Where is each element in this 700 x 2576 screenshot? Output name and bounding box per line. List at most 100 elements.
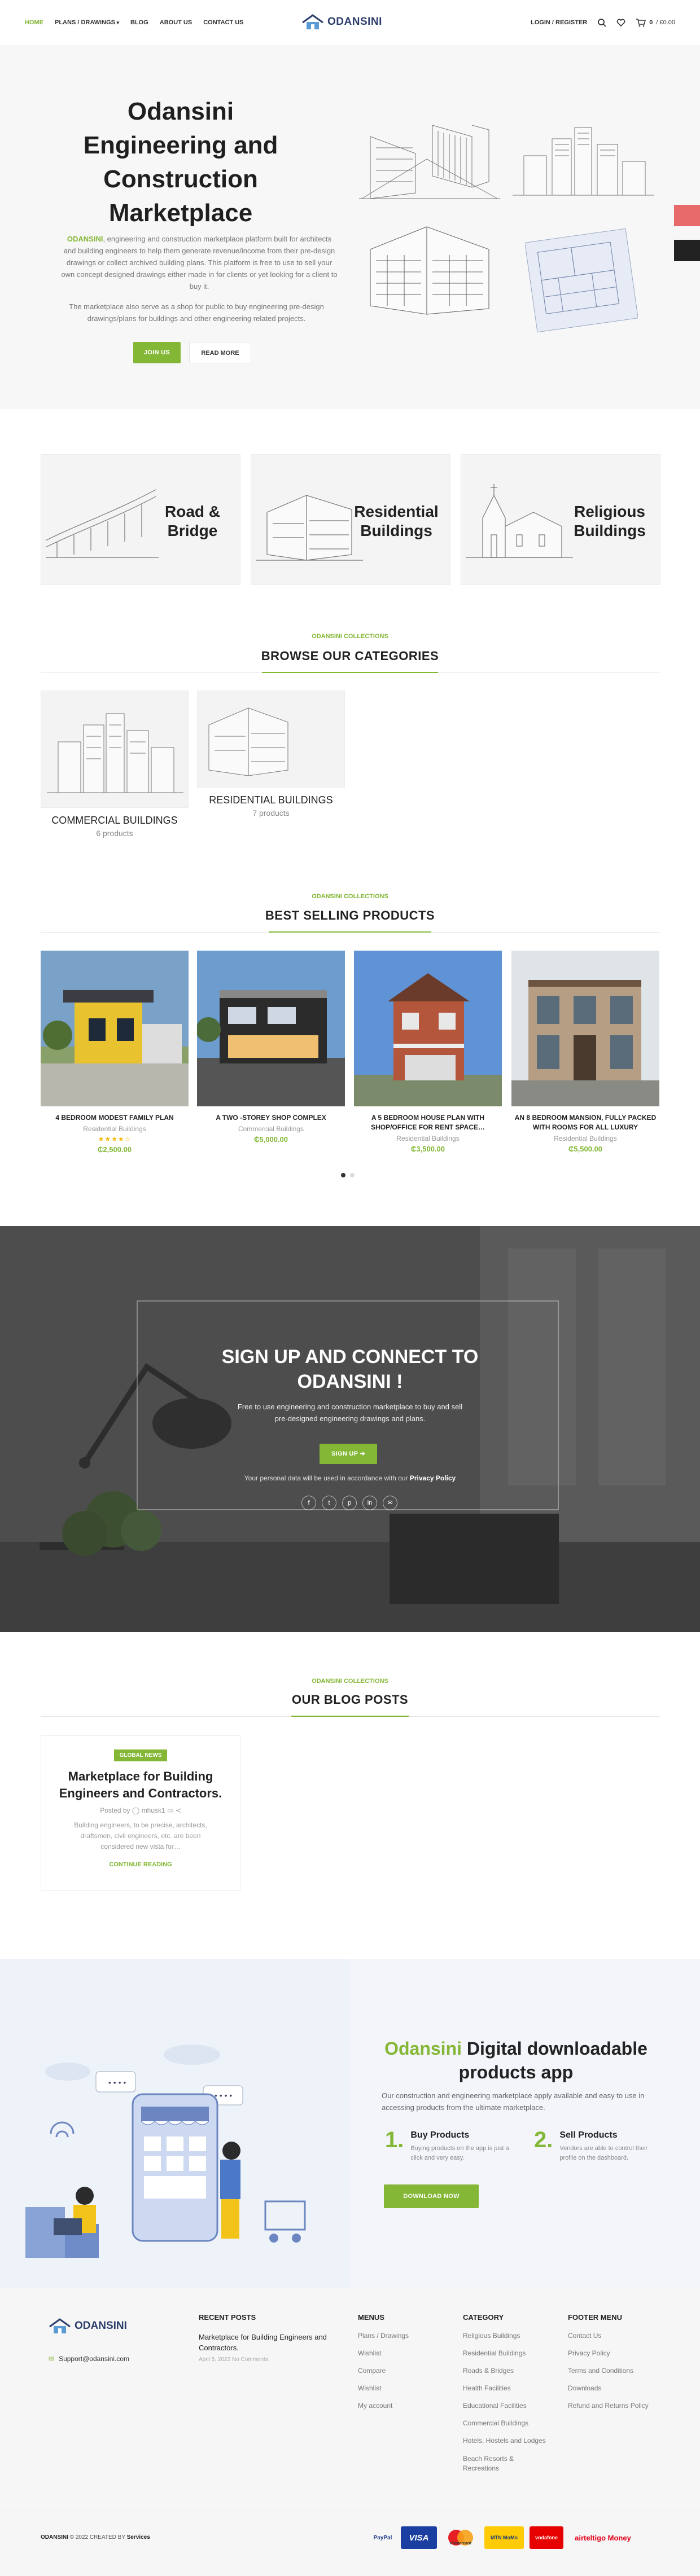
product-name-1[interactable]: 4 BEDROOM MODEST FAMILY PLAN (41, 1113, 189, 1123)
category-card-commercial[interactable]: COMMERCIAL BUILDINGS 6 products (41, 691, 189, 838)
product-name-2[interactable]: A TWO -STOREY SHOP COMPLEX (197, 1113, 345, 1123)
product-name-4[interactable]: AN 8 BEDROOM MANSION, FULLY PACKED WITH … (511, 1113, 659, 1132)
email-icon[interactable]: ✉ (383, 1496, 397, 1510)
privacy-policy-link[interactable]: Privacy Policy (410, 1474, 456, 1482)
app-step-1-number: 1. (385, 2127, 404, 2152)
wishlist-heart-icon[interactable] (616, 18, 625, 27)
hero-brand: ODANSINI (67, 235, 103, 243)
envelope-icon: ✉ (49, 2355, 55, 2363)
cart-button[interactable]: 0 / £0.00 (636, 18, 675, 27)
share-icon[interactable]: ≺ (176, 1806, 181, 1814)
footer-link-terms[interactable]: Terms and Conditions (568, 2367, 649, 2375)
logo-house-icon (301, 14, 324, 30)
product-card-2[interactable]: A TWO -STOREY SHOP COMPLEX Commercial Bu… (197, 951, 345, 1144)
footer-cat-beach[interactable]: Beach Resorts & Recreations (463, 2454, 525, 2473)
footer-menu-account[interactable]: My account (358, 2402, 409, 2410)
blog-post-title[interactable]: Marketplace for Building Engineers and C… (53, 1768, 229, 1802)
footer-menu-heading: FOOTER MENU (568, 2313, 623, 2322)
app-text: Our construction and engineering marketp… (382, 2091, 645, 2112)
site-logo[interactable]: ODANSINI (301, 14, 382, 30)
logo-text: ODANSINI (327, 16, 382, 28)
product-category-4[interactable]: Residential Buildings (511, 1135, 659, 1142)
product-name-3[interactable]: A 5 BEDROOM HOUSE PLAN WITH SHOP/OFFICE … (354, 1113, 502, 1132)
footer-logo[interactable]: ODANSINI (49, 2318, 129, 2335)
footer-menu-wishlist-2[interactable]: Wishlist (358, 2384, 409, 2392)
footer-email[interactable]: ✉ Support@odansini.com (49, 2355, 129, 2363)
nav-plans-drawings[interactable]: PLANS / DRAWINGS (55, 19, 119, 26)
footer-cat-educational[interactable]: Educational Facilities (463, 2402, 546, 2410)
blog-post-excerpt: Building engineers, to be precise, archi… (74, 1821, 207, 1850)
product-category-1[interactable]: Residential Buildings (41, 1125, 189, 1133)
join-us-button[interactable]: JOIN US (133, 342, 181, 363)
footer-menu-compare[interactable]: Compare (358, 2367, 409, 2375)
product-card-1[interactable]: 4 BEDROOM MODEST FAMILY PLAN Residential… (41, 951, 189, 1154)
blog-underline (291, 1716, 409, 1717)
footer-link-privacy[interactable]: Privacy Policy (568, 2349, 649, 2357)
twitter-icon[interactable]: t (322, 1496, 336, 1510)
tile-residential[interactable]: Residential Buildings (251, 454, 450, 585)
blog-post-author[interactable]: mhusk1 (142, 1806, 165, 1814)
product-rating-1: ★★★★☆ (98, 1135, 132, 1143)
blog-title: OUR BLOG POSTS (291, 1693, 409, 1707)
recent-post-title[interactable]: Marketplace for Building Engineers and C… (199, 2332, 344, 2353)
nav-blog[interactable]: BLOG (130, 19, 148, 26)
signup-button[interactable]: SIGN UP ➜ (320, 1444, 377, 1464)
facebook-icon[interactable]: f (301, 1496, 316, 1510)
read-more-button[interactable]: READ MORE (189, 342, 251, 363)
carousel-dot-2[interactable] (350, 1173, 355, 1177)
nav-contact[interactable]: CONTACT US (203, 19, 243, 26)
search-icon[interactable] (597, 18, 606, 27)
footer-cat-residential[interactable]: Residential Buildings (463, 2349, 546, 2357)
nav-home[interactable]: HOME (25, 19, 43, 26)
nav-about[interactable]: ABOUT US (160, 19, 192, 26)
footer-menu-plans[interactable]: Plans / Drawings (358, 2332, 409, 2340)
side-tab-pink[interactable] (674, 205, 700, 226)
category-card-residential[interactable]: RESIDENTIAL BUILDINGS 7 products (197, 691, 345, 817)
footer-email-text[interactable]: Support@odansini.com (59, 2355, 129, 2363)
product-category-3[interactable]: Residential Buildings (354, 1135, 502, 1142)
footer-link-contact[interactable]: Contact Us (568, 2332, 649, 2340)
carousel-dot-1[interactable] (341, 1173, 345, 1177)
blog-post-meta: Posted by ◯ mhusk1 ▭ ≺ (41, 1806, 240, 1814)
blog-post-meta-label: Posted by (100, 1806, 130, 1814)
product-card-4[interactable]: AN 8 BEDROOM MANSION, FULLY PACKED WITH … (511, 951, 659, 1153)
side-tab-dark[interactable] (674, 240, 700, 261)
app-title-brand: Odansini (384, 2038, 462, 2059)
products-underline (269, 931, 431, 933)
category-heading: CATEGORY (463, 2313, 504, 2322)
product-category-2[interactable]: Commercial Buildings (197, 1125, 345, 1133)
site-footer: ODANSINI ✉ Support@odansini.com RECENT P… (0, 2288, 700, 2576)
continue-reading-link[interactable]: CONTINUE READING (41, 1861, 240, 1868)
footer-link-refund[interactable]: Refund and Returns Policy (568, 2402, 649, 2410)
linkedin-icon[interactable]: in (362, 1496, 377, 1510)
tile-religious-label: Religious Buildings (574, 503, 646, 539)
product-image-2 (197, 951, 345, 1106)
download-now-button[interactable]: DOWNLOAD NOW (384, 2184, 479, 2208)
blog-post-card[interactable]: GLOBAL NEWS Marketplace for Building Eng… (41, 1735, 240, 1891)
sketch-apartment-block (370, 226, 489, 315)
footer-cat-health[interactable]: Health Facilities (463, 2384, 546, 2392)
hero-paragraph-2: The marketplace also serve as a shop for… (69, 302, 324, 323)
blog-post-tag[interactable]: GLOBAL NEWS (113, 1749, 168, 1761)
footer-cat-religious[interactable]: Religious Buildings (463, 2332, 546, 2340)
product-price-4: ₵5,500.00 (568, 1145, 602, 1153)
login-register-link[interactable]: LOGIN / REGISTER (531, 19, 587, 26)
footer-cat-roads[interactable]: Roads & Bridges (463, 2367, 546, 2375)
comments-icon[interactable]: ▭ (167, 1806, 173, 1814)
tile-religious[interactable]: Religious Buildings (461, 454, 660, 585)
recent-posts-heading: RECENT POSTS (199, 2313, 256, 2322)
copyright-brand: ODANSINI (41, 2534, 68, 2540)
app-section: • • • • • • • • Odansini Digital downloa… (0, 1959, 700, 2288)
app-step-buy: 1. Buy Products Buying products on the a… (385, 2128, 512, 2163)
tile-road-bridge[interactable]: Road & Bridge (41, 454, 240, 585)
footer-cat-commercial[interactable]: Commercial Buildings (463, 2419, 546, 2427)
footer-link-downloads[interactable]: Downloads (568, 2384, 649, 2392)
categories-kicker: ODANSINI COLLECTIONS (312, 633, 388, 640)
product-card-3[interactable]: A 5 BEDROOM HOUSE PLAN WITH SHOP/OFFICE … (354, 951, 502, 1153)
footer-menu-wishlist[interactable]: Wishlist (358, 2349, 409, 2357)
pinterest-icon[interactable]: p (342, 1496, 357, 1510)
copyright-by[interactable]: Services (127, 2534, 150, 2540)
footer-cat-hotels[interactable]: Hotels, Hostels and Lodges (463, 2437, 546, 2445)
products-title: BEST SELLING PRODUCTS (265, 908, 435, 922)
category-image-residential (197, 691, 345, 788)
